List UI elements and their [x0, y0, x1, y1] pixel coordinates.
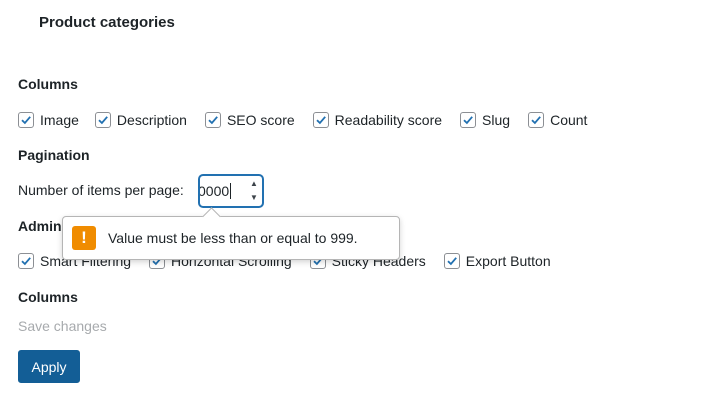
pagination-section-title: Pagination — [18, 147, 90, 163]
check-icon — [460, 112, 477, 128]
spin-down-icon[interactable]: ▼ — [250, 193, 258, 203]
checkbox-label: Image — [40, 112, 79, 128]
spin-up-icon[interactable]: ▲ — [250, 179, 258, 189]
admin-section-title: Admin — [18, 218, 62, 234]
checkbox-label: SEO score — [226, 112, 295, 128]
warning-icon: ! — [72, 226, 96, 250]
checkbox-seo-score[interactable]: SEO score — [204, 112, 295, 128]
columns-section-title: Columns — [18, 76, 78, 92]
apply-button[interactable]: Apply — [18, 350, 80, 383]
tooltip-arrow — [202, 207, 221, 226]
checkbox-label: Description — [116, 112, 187, 128]
items-per-page-input[interactable]: 0000 ▲ ▼ — [199, 175, 263, 207]
number-spinner[interactable]: ▲ ▼ — [248, 179, 260, 203]
validation-tooltip: ! Value must be less than or equal to 99… — [62, 207, 400, 260]
checkbox-label: Export Button — [465, 253, 551, 269]
items-per-page-label: Number of items per page: — [18, 182, 184, 198]
check-icon — [443, 253, 460, 269]
check-icon — [312, 112, 329, 128]
check-icon — [528, 112, 545, 128]
checkbox-label: Readability score — [334, 112, 443, 128]
checkbox-description[interactable]: Description — [94, 112, 187, 128]
panel-title: Product categories — [39, 14, 175, 31]
items-per-page-value: 0000 — [199, 183, 230, 199]
check-icon — [204, 112, 221, 128]
columns-options: Image Description SEO score Readability … — [18, 110, 587, 130]
checkbox-label: Slug — [482, 112, 511, 128]
validation-message: Value must be less than or equal to 999. — [108, 230, 358, 246]
check-icon — [18, 112, 34, 128]
checkbox-image[interactable]: Image — [18, 112, 79, 128]
checkbox-label: Count — [550, 112, 588, 128]
checkbox-count[interactable]: Count — [528, 112, 587, 128]
checkbox-export-button[interactable]: Export Button — [443, 253, 551, 269]
check-icon — [94, 112, 111, 128]
text-caret — [230, 183, 232, 199]
check-icon — [18, 253, 34, 269]
checkbox-slug[interactable]: Slug — [460, 112, 510, 128]
save-changes-text: Save changes — [18, 318, 107, 334]
columns-section-title-2: Columns — [18, 289, 78, 305]
checkbox-readability-score[interactable]: Readability score — [312, 112, 443, 128]
